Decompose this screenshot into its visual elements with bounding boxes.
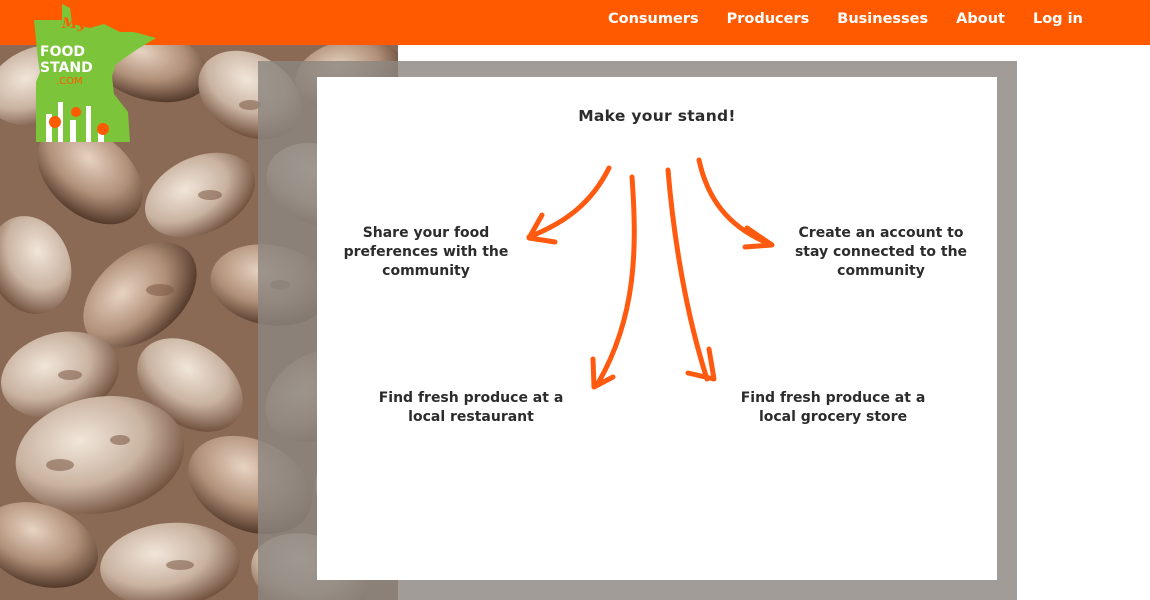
arrows-graphic <box>526 157 775 390</box>
share-option-line1: Share your food <box>362 225 490 241</box>
nav-producers-link[interactable]: Producers <box>727 11 810 27</box>
logo-text-my: My <box>61 16 86 32</box>
share-preferences-option[interactable]: Share your food preferences with the com… <box>335 224 517 281</box>
make-your-stand-card: Make your stand! Share your food prefere… <box>317 77 997 580</box>
main-nav: Consumers Producers Businesses About Log… <box>594 0 1097 38</box>
share-option-line3: community <box>382 263 470 279</box>
restaurant-option-line2: local restaurant <box>408 409 534 425</box>
logo-text-stand: STAND <box>40 60 93 76</box>
account-option-line2: stay connected to the <box>794 244 968 260</box>
find-grocery-option[interactable]: Find fresh produce at a local grocery st… <box>732 389 934 427</box>
top-navigation-bar: Consumers Producers Businesses About Log… <box>0 0 1150 45</box>
grocery-option-line1: Find fresh produce at a <box>740 390 926 406</box>
arrow-to-account-icon <box>696 157 773 247</box>
arrow-to-share-icon <box>526 165 612 240</box>
nav-login-link[interactable]: Log in <box>1033 11 1083 27</box>
myfoodstand-logo[interactable]: My FOOD STAND .COM <box>32 2 162 146</box>
minnesota-logo-icon: My FOOD STAND .COM <box>34 4 156 142</box>
logo-text-food: FOOD <box>40 44 85 60</box>
nav-consumers-link[interactable]: Consumers <box>608 11 699 27</box>
grocery-option-line2: local grocery store <box>758 409 908 425</box>
arrow-to-restaurant-icon <box>594 174 637 388</box>
arrow-to-grocery-icon <box>665 167 710 382</box>
logo-text-com: .COM <box>56 76 83 87</box>
account-option-line3: community <box>837 263 925 279</box>
create-account-option[interactable]: Create an account to stay connected to t… <box>789 224 973 281</box>
account-option-line1: Create an account to <box>798 225 964 241</box>
nav-about-link[interactable]: About <box>956 11 1005 27</box>
share-option-line2: preferences with the <box>343 244 509 260</box>
restaurant-option-line1: Find fresh produce at a <box>378 390 564 406</box>
find-restaurant-option[interactable]: Find fresh produce at a local restaurant <box>371 389 571 427</box>
nav-businesses-link[interactable]: Businesses <box>837 11 928 27</box>
